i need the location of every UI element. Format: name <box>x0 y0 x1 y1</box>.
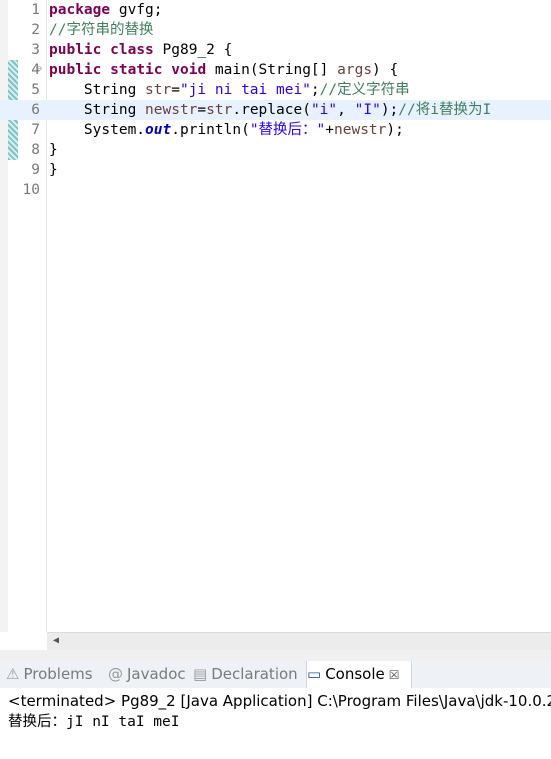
code-line[interactable]: 10 <box>0 180 551 200</box>
tab-label: Declaration <box>211 665 298 683</box>
code-token: newstr <box>145 102 198 118</box>
code-token: = <box>171 82 180 98</box>
code-token: } <box>49 162 58 178</box>
code-token: ; <box>310 82 320 98</box>
code-token: ); <box>386 122 404 138</box>
code-line[interactable]: 5 String str="ji ni tai mei";//定义字符串 <box>0 80 551 100</box>
line-number: 9 <box>31 162 40 178</box>
fold-toggle-icon[interactable]: ⊖ <box>37 65 42 73</box>
code-token: out <box>145 122 172 138</box>
code-token: "i" <box>310 102 338 118</box>
line-number: 6 <box>31 102 40 118</box>
code-text: //字符串的替换 <box>49 20 153 40</box>
code-token: System. <box>49 122 146 138</box>
tab-label: Javadoc <box>127 665 186 683</box>
code-token: gvfg; <box>110 2 163 18</box>
javadoc-icon: @ <box>108 665 123 683</box>
code-text: } <box>49 160 58 180</box>
tab-declaration[interactable]: ▤ Declaration <box>193 661 301 688</box>
view-tabs: ⚠ Problems @ Javadoc ▤ Declaration ▭ Console ☒ <box>0 661 551 689</box>
console-status: <terminated> Pg89_2 [Java Application] C… <box>8 692 551 710</box>
code-text: String str="ji ni tai mei";//定义字符串 <box>49 80 410 100</box>
code-line[interactable]: 8} <box>0 140 551 160</box>
line-number: 2 <box>31 22 40 38</box>
code-text: package gvfg; <box>49 0 163 20</box>
code-token: String <box>49 102 146 118</box>
console-output: 替换后：jI nI taI meI <box>8 714 180 730</box>
code-line[interactable]: 9} <box>0 160 551 180</box>
code-text: } <box>49 140 58 160</box>
code-token: void <box>171 62 207 78</box>
code-editor[interactable]: 1 package gvfg; 2 //字符串的替换 3 public class Pg8… <box>0 0 551 632</box>
code-line[interactable]: 4 ⊖ public static void main(String[] args)… <box>0 60 551 80</box>
line-number: 3 <box>31 42 40 58</box>
code-token: args <box>337 62 373 78</box>
code-token: String <box>49 82 146 98</box>
code-line[interactable]: 3 public class Pg89_2 { <box>0 40 551 60</box>
tab-console[interactable]: ▭ Console ☒ <box>306 661 412 688</box>
code-token: "替换后：" <box>249 122 326 138</box>
code-token: //将i替换为I <box>398 102 492 118</box>
tab-problems[interactable]: ⚠ Problems <box>6 661 102 688</box>
problems-icon: ⚠ <box>6 665 20 683</box>
code-line[interactable]: 1 package gvfg; <box>0 0 551 20</box>
code-token: package <box>49 2 111 18</box>
line-number: 7 <box>31 122 40 138</box>
close-icon[interactable]: ☒ <box>389 668 400 682</box>
code-token: static <box>110 62 163 78</box>
code-line[interactable]: 6 String newstr=str.replace("i", "I");//… <box>0 100 551 120</box>
code-token: newstr <box>334 122 387 138</box>
code-token: "ji ni tai mei" <box>179 82 311 98</box>
code-token: str <box>145 82 172 98</box>
tab-label: Problems <box>23 665 93 683</box>
tab-label: Console <box>325 665 385 683</box>
line-number: 10 <box>22 182 40 198</box>
declaration-icon: ▤ <box>193 665 208 683</box>
code-text: System.out.println("替换后："+newstr); <box>49 120 404 140</box>
code-token: str <box>206 102 233 118</box>
code-text: public class Pg89_2 { <box>49 40 232 60</box>
code-line[interactable]: 2 //字符串的替换 <box>0 20 551 40</box>
code-text: public static void main(String[] args) { <box>49 60 398 80</box>
code-token: Pg89_2 { <box>153 42 233 58</box>
code-token: + <box>325 122 335 138</box>
line-number: 1 <box>31 2 40 18</box>
code-token: //字符串的替换 <box>49 22 154 38</box>
code-token: public <box>49 62 102 78</box>
code-token: public <box>49 42 102 58</box>
console-icon: ▭ <box>307 665 322 683</box>
code-token: ); <box>380 102 399 118</box>
code-line[interactable]: 7 System.out.println("替换后："+newstr); <box>0 120 551 140</box>
code-token: //定义字符串 <box>319 82 410 98</box>
code-token: = <box>197 102 207 118</box>
code-token: .println( <box>171 122 250 138</box>
tab-javadoc[interactable]: @ Javadoc <box>108 661 188 688</box>
code-text: String newstr=str.replace("i", "I");//将i… <box>49 100 491 120</box>
panel-separator <box>0 650 551 661</box>
code-token: class <box>110 42 154 58</box>
horizontal-scrollbar[interactable]: ◀ <box>47 632 551 651</box>
line-number: 5 <box>31 82 40 98</box>
console-view[interactable]: <terminated> Pg89_2 [Java Application] C… <box>0 688 551 759</box>
scroll-left-icon[interactable]: ◀ <box>53 635 59 646</box>
code-token: , <box>337 102 355 118</box>
code-token: "I" <box>354 102 381 118</box>
code-token: main(String[] <box>206 62 338 78</box>
code-token: ) { <box>372 62 399 78</box>
code-token: } <box>49 142 58 158</box>
line-number: 8 <box>31 142 40 158</box>
code-token: .replace( <box>232 102 311 118</box>
